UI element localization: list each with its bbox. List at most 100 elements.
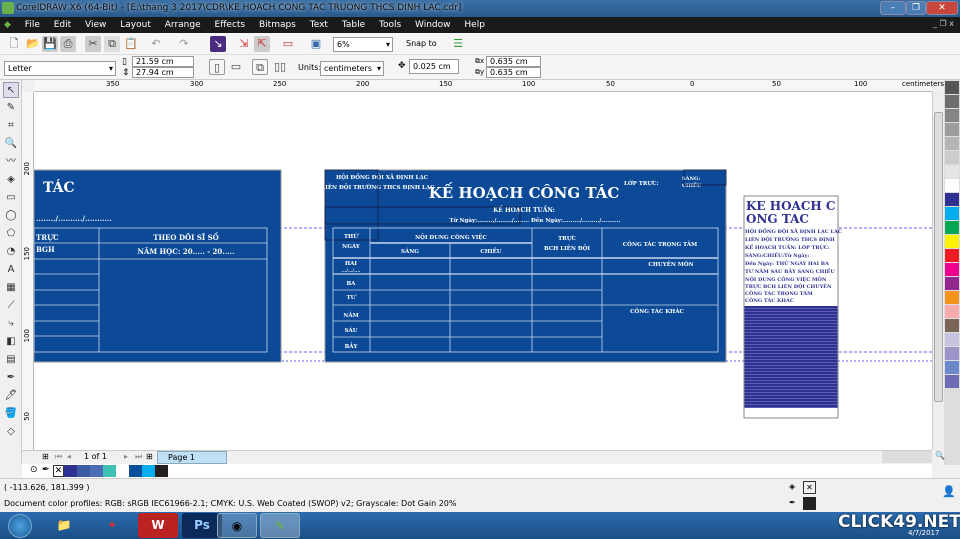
save-icon[interactable]: 💾 [42, 36, 58, 52]
palette-swatch[interactable] [945, 81, 959, 94]
menu-tools[interactable]: Tools [379, 17, 401, 33]
palette-swatch[interactable] [945, 123, 959, 136]
menu-edit[interactable]: Edit [54, 17, 71, 33]
new-icon[interactable]: 🗋 [6, 36, 22, 52]
chrome-taskbar-icon[interactable]: ◉ [217, 513, 257, 538]
palette-swatch[interactable] [945, 249, 959, 262]
palette-swatch[interactable] [945, 361, 959, 374]
color-profiles-text[interactable]: Document color profiles: RGB: sRGB IEC61… [4, 499, 457, 508]
table-tool-icon[interactable]: ▦ [3, 280, 19, 296]
palette-swatch[interactable] [945, 179, 959, 192]
prev-page-icon[interactable]: ◂ [67, 452, 71, 461]
document-swatch[interactable] [155, 465, 168, 477]
next-page-icon[interactable]: ▸ [124, 452, 128, 461]
page-width-input[interactable]: 21.59 cm [132, 56, 194, 67]
wps-taskbar-icon[interactable]: W [138, 513, 178, 538]
publish-pdf-icon[interactable]: ▭ [280, 36, 296, 52]
right-document[interactable]: KE HOACH C ONG TAC HỘI ĐỒNG ĐỘI XÃ ĐỊNH … [743, 195, 842, 419]
zoom-level-select[interactable]: 6% ▾ [333, 37, 393, 52]
page-height-input[interactable]: 27.94 cm [132, 67, 194, 78]
nudge-distance-input[interactable]: 0.025 cm [409, 59, 459, 74]
palette-swatch[interactable] [945, 109, 959, 122]
horizontal-scrollbar[interactable] [882, 451, 932, 463]
menu-file[interactable]: File [25, 17, 40, 33]
color-palette[interactable] [944, 80, 960, 465]
unikey-taskbar-icon[interactable]: ✦ [92, 513, 132, 538]
fill-tool-icon[interactable]: 🪣 [3, 406, 19, 422]
palette-swatch[interactable] [945, 137, 959, 150]
cut-icon[interactable]: ✂ [85, 36, 101, 52]
undo-icon[interactable]: ↶ [148, 36, 164, 52]
current-page-icon[interactable]: ▯▯ [272, 59, 288, 75]
open-icon[interactable]: 📂 [25, 36, 41, 52]
outline-pen-icon[interactable]: 🖊 [3, 388, 19, 404]
document-swatch[interactable] [64, 465, 77, 477]
menu-view[interactable]: View [85, 17, 106, 33]
page-size-select[interactable]: Letter ▾ [4, 61, 116, 76]
outline-color-swatch[interactable] [803, 497, 816, 510]
connector-tool-icon[interactable]: ⤷ [3, 316, 19, 332]
document-swatch[interactable] [90, 465, 103, 477]
search-content-icon[interactable]: ↘ [210, 36, 226, 52]
vertical-ruler[interactable]: 200 150 100 50 [22, 92, 34, 462]
document-swatch[interactable] [116, 465, 129, 477]
left-document[interactable]: TÁC ......../........../........... TRỰC… [34, 169, 282, 363]
palette-swatch[interactable] [945, 375, 959, 388]
explorer-taskbar-icon[interactable]: 📁 [44, 513, 84, 538]
transparency-tool-icon[interactable]: ▤ [3, 352, 19, 368]
menu-window[interactable]: Window [415, 17, 451, 33]
palette-swatch[interactable] [945, 305, 959, 318]
palette-swatch[interactable] [945, 277, 959, 290]
page-tab[interactable]: Page 1 [157, 451, 227, 464]
all-pages-icon[interactable]: ⧉ [252, 59, 268, 75]
coreldraw-taskbar-icon[interactable]: ✎ [260, 513, 300, 538]
menu-bitmaps[interactable]: Bitmaps [259, 17, 296, 33]
photoshop-taskbar-icon[interactable]: Ps [182, 513, 222, 538]
palette-swatch[interactable] [945, 333, 959, 346]
smart-fill-icon[interactable]: ◈ [3, 172, 19, 188]
dimension-tool-icon[interactable]: ⟋ [3, 298, 19, 314]
pick-tool-icon[interactable]: ↖ [3, 82, 19, 98]
import-icon[interactable]: ⇲ [236, 36, 252, 52]
document-swatch[interactable] [77, 465, 90, 477]
polygon-tool-icon[interactable]: ⬠ [3, 226, 19, 242]
shape-tool-icon[interactable]: ✎ [3, 100, 19, 116]
palette-swatch[interactable] [945, 207, 959, 220]
palette-swatch[interactable] [945, 291, 959, 304]
document-swatch[interactable] [103, 465, 116, 477]
options-icon[interactable]: ☰ [450, 36, 466, 52]
palette-swatch[interactable] [945, 347, 959, 360]
copy-icon[interactable]: ⧉ [104, 36, 120, 52]
redo-icon[interactable]: ↷ [176, 36, 192, 52]
menu-table[interactable]: Table [342, 17, 365, 33]
palette-swatch[interactable] [945, 221, 959, 234]
menu-text[interactable]: Text [310, 17, 328, 33]
document-swatch[interactable] [129, 465, 142, 477]
palette-swatch[interactable] [945, 319, 959, 332]
menu-layout[interactable]: Layout [120, 17, 151, 33]
palette-swatch[interactable] [945, 165, 959, 178]
last-page-icon[interactable]: ⏭ [135, 452, 142, 462]
menu-arrange[interactable]: Arrange [165, 17, 201, 33]
doc-window-controls[interactable]: _ ❐ x [933, 19, 954, 28]
start-button[interactable] [8, 514, 32, 538]
scroll-thumb[interactable] [934, 112, 943, 402]
duplicate-y-input[interactable]: 0.635 cm [486, 67, 541, 78]
center-document[interactable]: HỘI ĐỒNG ĐỘI XÃ ĐỊNH LẠC LIÊN ĐỘI TRƯỜNG… [321, 169, 727, 363]
palette-swatch[interactable] [945, 263, 959, 276]
drawing-canvas[interactable]: TÁC ......../........../........... TRỰC… [34, 92, 932, 450]
snap-to-dropdown[interactable]: Snap to [406, 39, 437, 48]
ellipse-tool-icon[interactable]: ◯ [3, 208, 19, 224]
document-swatch[interactable] [142, 465, 155, 477]
user-icon[interactable]: 👤 [942, 485, 956, 498]
eyedropper-icon[interactable]: ✒ [3, 370, 19, 386]
export-icon[interactable]: ⇱ [254, 36, 270, 52]
fill-none-swatch[interactable]: ✕ [803, 481, 816, 494]
portrait-icon[interactable]: ▯ [209, 59, 225, 75]
restore-button[interactable]: ❐ [906, 1, 926, 15]
paste-icon[interactable]: 📋 [123, 36, 139, 52]
first-page-icon[interactable]: ⏮ [55, 452, 62, 462]
palette-menu-icon[interactable]: ⊙ [30, 465, 38, 475]
minimize-button[interactable]: – [880, 1, 906, 15]
print-icon[interactable]: ⎙ [60, 36, 76, 52]
